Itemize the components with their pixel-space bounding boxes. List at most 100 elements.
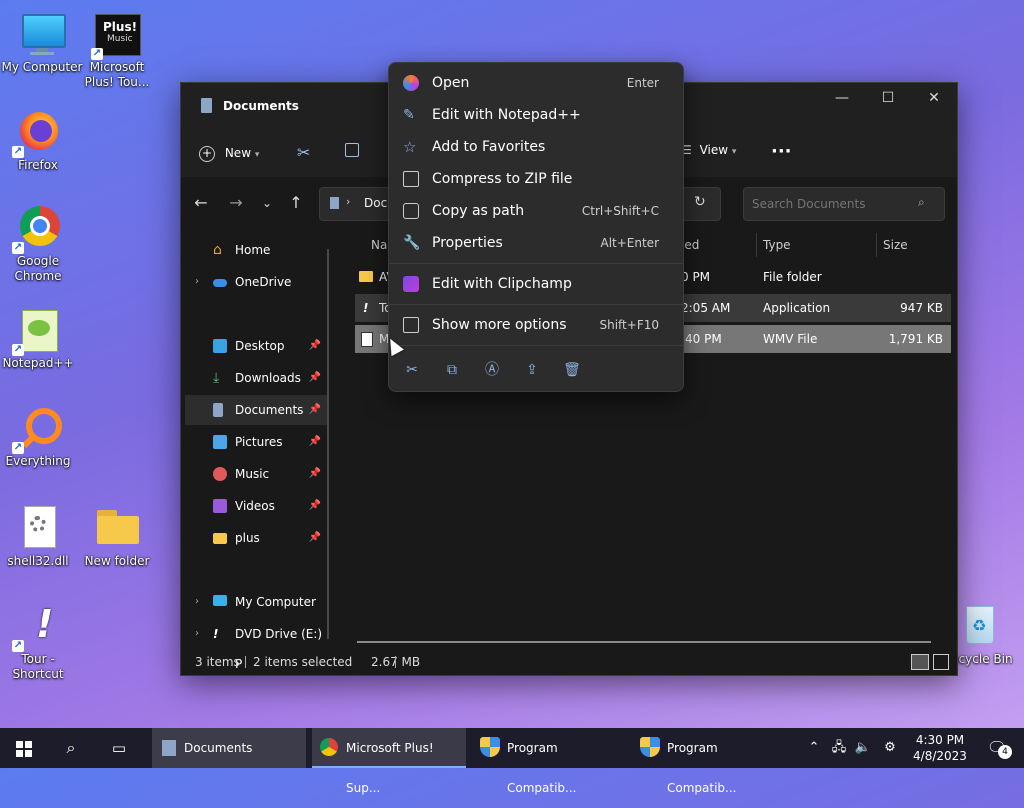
taskbar-app-microsoft-plus[interactable]: Microsoft Plus! Sup... [312,728,466,795]
monitor-icon [213,595,227,606]
status-divider [395,656,396,668]
pin-icon: 📌 [308,436,321,447]
minimize-button[interactable]: — [819,83,865,113]
up-button[interactable]: ↑ [284,193,308,212]
quick-share-button[interactable]: ⇪ [520,358,544,382]
back-button[interactable]: ← [189,193,213,212]
search-icon: ⌕ [918,195,925,209]
desktop-icon-my-computer[interactable]: My Computer [0,10,84,75]
sidebar-item-dvd-drive[interactable]: › ! DVD Drive (E:) P [185,619,327,671]
taskbar-app-program-compat-2[interactable]: Program Compatib... [634,728,788,795]
document-icon [330,197,339,209]
menu-item-label: Open [432,75,470,91]
chrome-icon [320,738,338,756]
quick-rename-button[interactable]: Ⓐ [480,358,504,382]
sidebar-item-videos[interactable]: Videos 📌 [185,491,327,521]
column-header-size[interactable]: Size [883,238,908,252]
file-explorer-icon [162,740,176,756]
taskbar-app-documents[interactable]: Documents [152,728,306,768]
view-button[interactable]: ☰ View ▾ [681,143,736,157]
desktop-icon-firefox[interactable]: ↗ Firefox [0,108,80,173]
start-button[interactable] [0,728,48,768]
close-button[interactable]: ✕ [911,83,957,113]
sidebar-item-onedrive[interactable]: › OneDrive [185,267,327,297]
recycle-bin-icon: ♻ [954,602,1002,650]
scissors-icon: ✂ [406,362,418,378]
settings-button[interactable]: ⚙ [878,728,902,768]
column-header-type[interactable]: Type [763,238,791,252]
shortcut-arrow-icon: ↗ [12,442,24,454]
sidebar-item-pictures[interactable]: Pictures 📌 [185,427,327,457]
menu-item-shortcut: Ctrl+Shift+C [581,204,659,218]
cloud-icon [213,279,227,287]
magnifier-icon: ↗ [12,404,62,454]
desktop-icon-label: New folder [84,554,150,568]
menu-item-add-favorites[interactable]: ☆ Add to Favorites [393,131,679,163]
quick-delete-button[interactable]: 🗑 [560,358,584,382]
refresh-button[interactable]: ↻ [694,194,706,210]
sidebar-item-desktop[interactable]: Desktop 📌 [185,331,327,361]
menu-item-properties[interactable]: 🔧 Properties Alt+Enter [393,227,679,259]
speaker-icon: 🔈 [854,740,872,755]
chevron-right-icon: › [195,596,199,607]
network-icon: 🖧 [831,740,847,755]
sidebar-item-music[interactable]: Music 📌 [185,459,327,489]
desktop-icon-everything[interactable]: ↗ Everything [0,404,80,469]
network-button[interactable]: 🖧 [828,728,850,768]
file-size: 1,791 KB [888,332,943,346]
notification-center-button[interactable]: 🗨 4 [980,728,1014,768]
menu-item-edit-clipchamp[interactable]: Edit with Clipchamp [393,268,679,300]
more-options-button[interactable]: ··· [771,141,792,162]
desktop-icon-notepad-plus-plus[interactable]: ↗ Notepad++ [0,306,80,371]
forward-button[interactable]: → [224,193,248,212]
sidebar-item-documents[interactable]: Documents 📌 [185,395,327,425]
breadcrumb-chevron-icon: › [346,195,351,208]
menu-item-label: Copy as path [432,203,525,219]
desktop-icon-google-chrome[interactable]: ↗ Google Chrome [0,204,80,284]
sidebar-item-plus[interactable]: plus 📌 [185,523,327,553]
taskbar-app-label: Program Compatib... [667,741,737,795]
sidebar-item-downloads[interactable]: ⤓ Downloads 📌 [185,363,327,393]
recent-locations-button[interactable]: ⌄ [255,196,279,210]
menu-separator [389,345,683,346]
file-modified: 0 PM [681,270,711,284]
task-view-button[interactable]: ▭ [96,728,142,768]
desktop-icon-tour-shortcut[interactable]: ! ↗ Tour - Shortcut [0,602,80,682]
sidebar-item-my-computer[interactable]: › My Computer [185,587,327,617]
desktop-icon-shell32[interactable]: shell32.dll [0,504,80,569]
desktop-icon-new-folder[interactable]: New folder [75,504,159,569]
quick-copy-button[interactable]: ⧉ [440,358,464,382]
new-button[interactable]: + New ▾ [199,141,259,165]
sidebar-item-label: Desktop [235,339,285,353]
item-count: 3 items [195,655,240,669]
search-button[interactable]: ⌕ [48,728,94,768]
clock[interactable]: 4:30 PM 4/8/2023 [908,728,972,772]
show-hidden-icons-button[interactable]: ⌃ [804,728,824,768]
menu-item-compress-zip[interactable]: Compress to ZIP file [393,163,679,195]
view-button-label: View [699,143,729,157]
shortcut-arrow-icon: ↗ [12,242,24,254]
quick-cut-button[interactable]: ✂ [400,358,424,382]
details-view-button[interactable] [911,654,929,670]
menu-item-edit-notepad[interactable]: ✎ Edit with Notepad++ [393,99,679,131]
copy-button[interactable] [345,143,359,160]
volume-button[interactable]: 🔈 [852,728,874,768]
menu-item-copy-path[interactable]: Copy as path Ctrl+Shift+C [393,195,679,227]
search-box[interactable]: ⌕ [743,187,945,221]
video-file-icon [361,332,373,347]
plus-logo-icon: Plus! Music ↗ [91,10,141,60]
menu-item-open[interactable]: Open Enter [393,67,679,99]
desktop-icon-microsoft-plus[interactable]: Plus! Music ↗ Microsoft Plus! Tou... [75,10,159,90]
pin-icon: 📌 [308,372,321,383]
taskbar-app-program-compat-1[interactable]: Program Compatib... [474,728,628,795]
clock-time: 4:30 PM [915,733,965,747]
tiles-view-button[interactable] [933,654,949,670]
sidebar-scrollbar[interactable] [327,249,329,639]
cut-button[interactable]: ✂ [297,143,310,162]
sidebar-item-home[interactable]: ⌂ Home [185,235,327,265]
horizontal-scrollbar[interactable] [357,641,931,643]
maximize-button[interactable]: ☐ [865,83,911,113]
menu-item-show-more-options[interactable]: Show more options Shift+F10 [393,309,679,341]
search-input[interactable] [750,194,914,214]
menu-separator [389,263,683,264]
